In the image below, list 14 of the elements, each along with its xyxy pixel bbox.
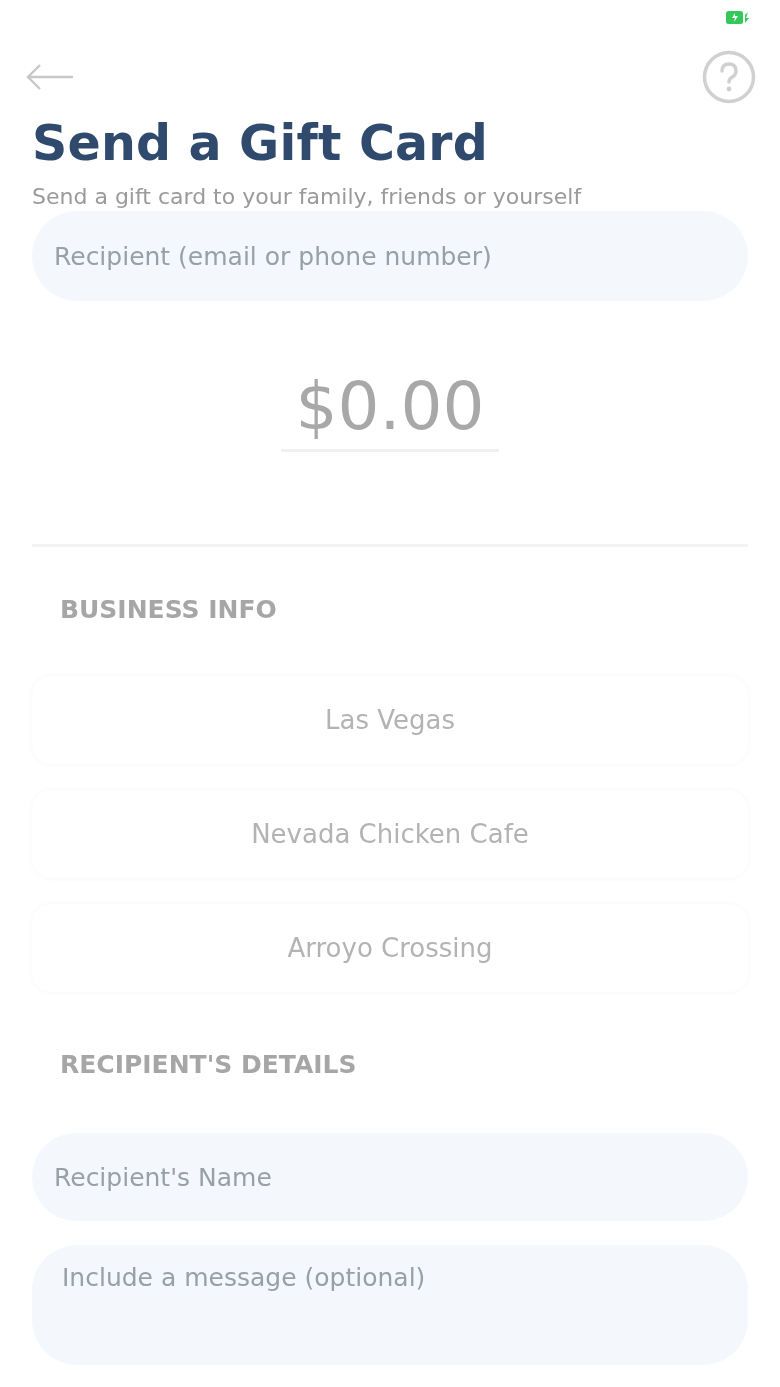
battery-icon bbox=[726, 11, 750, 24]
amount-field[interactable]: $0.00 bbox=[281, 365, 499, 452]
business-option[interactable]: Las Vegas bbox=[32, 676, 748, 764]
section-heading: RECIPIENT'S DETAILS bbox=[60, 1050, 358, 1079]
page-subtitle: Send a gift card to your family, friends or yourself bbox=[32, 183, 583, 211]
message-field[interactable]: Include a message (optional) bbox=[32, 1245, 748, 1365]
help-button[interactable] bbox=[702, 50, 756, 104]
page-title: Send a Gift Card bbox=[32, 114, 489, 174]
section-heading: BUSINESS INFO bbox=[60, 595, 278, 624]
name-field[interactable]: Recipient's Name bbox=[32, 1133, 748, 1221]
business-option[interactable]: Arroyo Crossing bbox=[32, 904, 748, 992]
back-button[interactable] bbox=[26, 63, 74, 91]
recipient-field[interactable]: Recipient (email or phone number) bbox=[32, 211, 748, 301]
business-option[interactable]: Nevada Chicken Cafe bbox=[32, 790, 748, 878]
